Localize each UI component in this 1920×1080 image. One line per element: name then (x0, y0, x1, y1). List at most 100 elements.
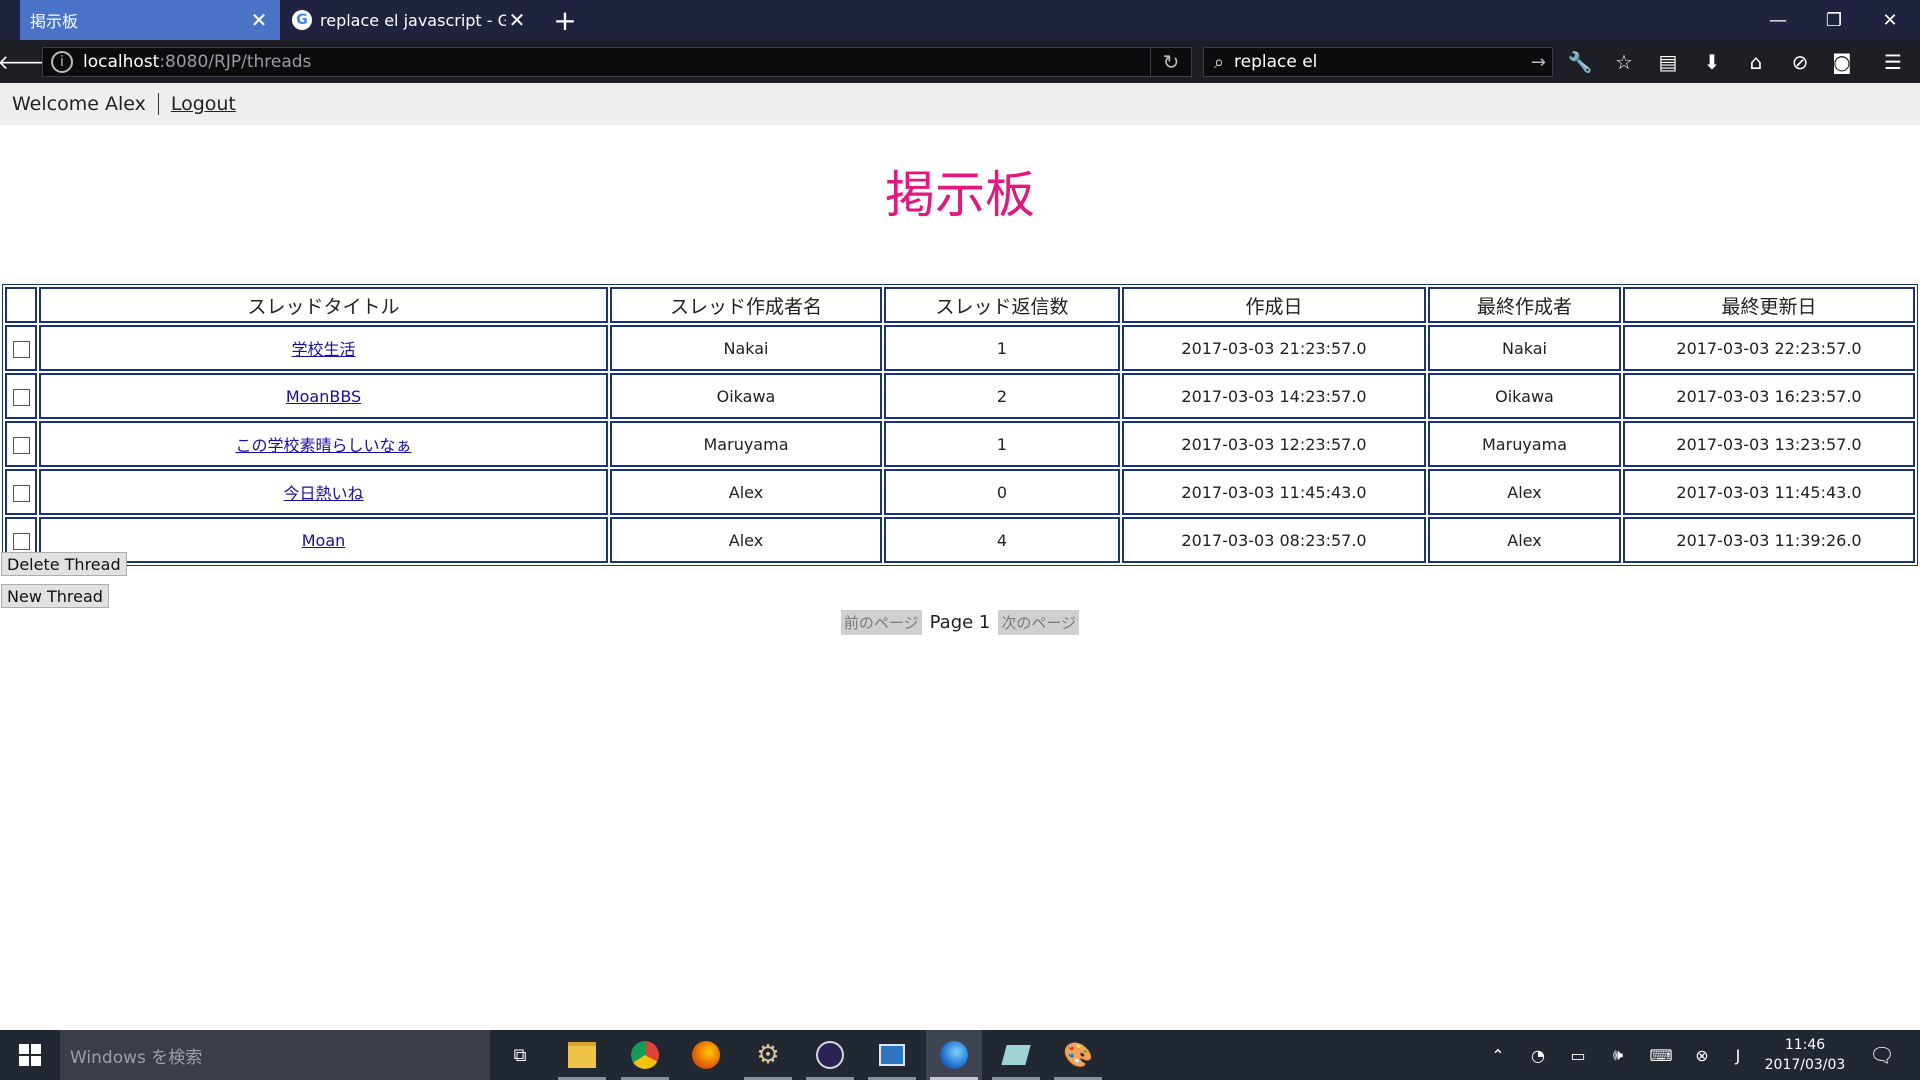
show-hidden-icons-chevron-icon[interactable]: ⌃ (1482, 1030, 1514, 1080)
clock-date: 2017/03/03 (1764, 1057, 1846, 1073)
firefox-developer-icon[interactable] (926, 1030, 982, 1080)
created-cell: 2017-03-03 14:23:57.0 (1122, 373, 1426, 419)
updated-cell: 2017-03-03 16:23:57.0 (1623, 373, 1915, 419)
page-indicator: Page 1 (929, 612, 991, 633)
select-column-header (5, 287, 37, 323)
thread-title-link[interactable]: 学校生活 (291, 340, 355, 359)
system-clock[interactable]: 11:46 2017/03/03 (1755, 1030, 1855, 1080)
author-cell: Alex (610, 517, 882, 563)
home-icon[interactable]: ⌂ (1736, 40, 1776, 83)
row-checkbox[interactable] (12, 388, 30, 406)
url-path: :8080/RJP/threads (159, 52, 312, 72)
author-cell: Maruyama (610, 421, 882, 467)
last-author-cell: Maruyama (1428, 421, 1621, 467)
search-bar[interactable]: ⌕ → (1203, 47, 1553, 77)
replies-cell: 2 (884, 373, 1120, 419)
firefox-icon[interactable] (678, 1030, 734, 1080)
task-view-icon[interactable]: ⧉ (492, 1030, 548, 1080)
column-header: 最終更新日 (1623, 287, 1915, 323)
download-icon[interactable]: ⬇ (1692, 40, 1732, 83)
notepad-icon[interactable] (864, 1030, 920, 1080)
chrome-icon[interactable] (617, 1030, 673, 1080)
prev-page-button[interactable]: 前のページ (840, 610, 922, 635)
author-cell: Alex (610, 469, 882, 515)
replies-cell: 4 (884, 517, 1120, 563)
reading-list-icon[interactable]: ▤ (1648, 40, 1688, 83)
created-cell: 2017-03-03 12:23:57.0 (1122, 421, 1426, 467)
table-row: 今日熱いね Alex 0 2017-03-03 11:45:43.0 Alex … (5, 469, 1915, 515)
close-circle-icon[interactable]: ⊗ (1686, 1030, 1718, 1080)
created-cell: 2017-03-03 21:23:57.0 (1122, 325, 1426, 371)
column-header: スレッド作成者名 (610, 287, 882, 323)
windows-taskbar: Windows を検索 ⧉ ⚙ 🎨 ⌃ ◔ ▭ 🕪 ⌨ ⊗ J 11:46 20… (0, 1030, 1920, 1080)
search-icon: ⌕ (1213, 51, 1225, 73)
gear-app-icon[interactable]: ⚙ (740, 1030, 796, 1080)
thread-title-link[interactable]: Moan (302, 531, 346, 550)
close-window-icon[interactable]: ✕ (1862, 0, 1918, 40)
table-header-row: スレッドタイトル スレッド作成者名 スレッド返信数 作成日 最終作成者 最終更新… (5, 287, 1915, 323)
site-info-icon[interactable]: i (51, 51, 73, 73)
next-page-button[interactable]: 次のページ (998, 610, 1080, 635)
tab-google-search[interactable]: G replace el javascript - Googl ✕ (282, 0, 538, 40)
url-bar[interactable]: i localhost:8080/RJP/threads ↻ (42, 47, 1192, 77)
last-author-cell: Nakai (1428, 325, 1621, 371)
network-icon[interactable]: ◔ (1522, 1030, 1554, 1080)
created-cell: 2017-03-03 11:45:43.0 (1122, 469, 1426, 515)
eraser-app-icon[interactable] (988, 1030, 1044, 1080)
search-input[interactable] (1234, 52, 1504, 72)
back-arrow-icon[interactable]: 🡐 (0, 40, 51, 83)
column-header: スレッドタイトル (39, 287, 608, 323)
ime-icon[interactable]: J (1722, 1030, 1754, 1080)
created-cell: 2017-03-03 08:23:57.0 (1122, 517, 1426, 563)
shield-icon[interactable]: ⊘ (1780, 40, 1820, 83)
table-row: 学校生活 Nakai 1 2017-03-03 21:23:57.0 Nakai… (5, 325, 1915, 371)
row-checkbox[interactable] (12, 484, 30, 502)
battery-icon[interactable]: ▭ (1562, 1030, 1594, 1080)
last-author-cell: Alex (1428, 469, 1621, 515)
page-title: 掲示板 (885, 166, 1035, 224)
logout-link[interactable]: Logout (171, 93, 236, 115)
volume-icon[interactable]: 🕪 (1602, 1030, 1634, 1080)
taskbar-search-box[interactable]: Windows を検索 (60, 1030, 490, 1080)
delete-thread-button[interactable]: Delete Thread (1, 552, 127, 576)
new-tab-plus-icon[interactable]: + (552, 0, 578, 40)
row-checkbox[interactable] (12, 340, 30, 358)
updated-cell: 2017-03-03 11:39:26.0 (1623, 517, 1915, 563)
row-checkbox[interactable] (12, 532, 30, 550)
updated-cell: 2017-03-03 13:23:57.0 (1623, 421, 1915, 467)
thread-title-link[interactable]: 今日熱いね (283, 484, 363, 503)
user-bar: Welcome Alex Logout (0, 83, 1920, 125)
paint-icon[interactable]: 🎨 (1050, 1030, 1106, 1080)
thread-title-link[interactable]: MoanBBS (286, 387, 361, 406)
replies-cell: 0 (884, 469, 1120, 515)
tab-bbs[interactable]: 掲示板 ✕ (20, 0, 280, 40)
last-author-cell: Oikawa (1428, 373, 1621, 419)
tab-title: 掲示板 (30, 12, 79, 31)
reload-icon[interactable]: ↻ (1150, 48, 1191, 76)
tab-title: replace el javascript - Googl (320, 10, 506, 30)
search-go-arrow-icon[interactable]: → (1531, 52, 1546, 73)
start-button[interactable] (0, 1030, 60, 1080)
menu-hamburger-icon[interactable]: ☰ (1873, 40, 1913, 83)
table-row: MoanBBS Oikawa 2 2017-03-03 14:23:57.0 O… (5, 373, 1915, 419)
table-row: この学校素晴らしいなぁ Maruyama 1 2017-03-03 12:23:… (5, 421, 1915, 467)
thread-title-link[interactable]: この学校素晴らしいなぁ (235, 436, 411, 455)
eclipse-icon[interactable] (802, 1030, 858, 1080)
keyboard-icon[interactable]: ⌨ (1645, 1030, 1677, 1080)
restore-icon[interactable]: ❐ (1806, 0, 1862, 40)
close-tab-icon[interactable]: ✕ (506, 8, 528, 32)
windows-logo-icon (19, 1044, 41, 1066)
last-author-cell: Alex (1428, 517, 1621, 563)
replies-cell: 1 (884, 421, 1120, 467)
threads-table: スレッドタイトル スレッド作成者名 スレッド返信数 作成日 最終作成者 最終更新… (2, 284, 1918, 566)
row-checkbox[interactable] (12, 436, 30, 454)
pocket-icon[interactable]: ◙ (1822, 40, 1862, 83)
wrench-icon[interactable]: 🔧 (1560, 40, 1600, 83)
bookmark-star-icon[interactable]: ☆ (1604, 40, 1644, 83)
new-thread-button[interactable]: New Thread (1, 584, 109, 608)
file-explorer-icon[interactable] (554, 1030, 610, 1080)
clock-time: 11:46 (1784, 1037, 1826, 1053)
notification-center-icon[interactable]: 🗨 (1862, 1030, 1902, 1080)
close-tab-icon[interactable]: ✕ (248, 8, 270, 32)
minimize-icon[interactable]: — (1750, 0, 1806, 40)
